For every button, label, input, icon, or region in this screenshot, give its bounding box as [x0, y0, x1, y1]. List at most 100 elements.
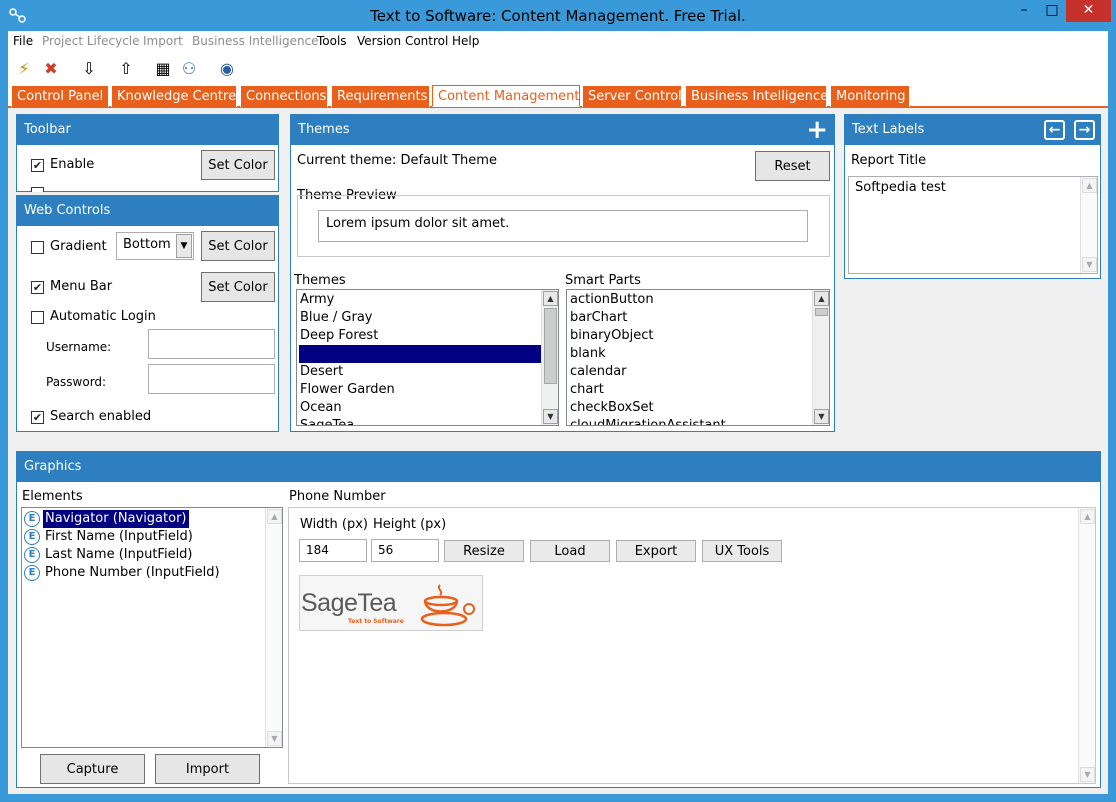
element-icon: E — [24, 511, 40, 527]
smart-part-item[interactable]: calendar — [569, 363, 627, 381]
smart-part-item[interactable]: actionButton — [569, 291, 654, 309]
menu-tools[interactable]: Tools — [317, 34, 347, 48]
report-title-textarea[interactable]: Softpedia test ▲ ▼ — [848, 176, 1098, 274]
smart-part-item[interactable]: blank — [569, 345, 606, 363]
arrow-right-icon[interactable]: → — [1074, 120, 1095, 140]
gradient-set-color-button[interactable]: Set Color — [201, 231, 275, 261]
gradient-checkbox[interactable] — [31, 241, 44, 254]
move-up-icon[interactable]: ⇧ — [115, 58, 137, 80]
list-item[interactable]: E Phone Number (InputField) — [22, 564, 266, 582]
theme-item-ocean[interactable]: Ocean — [299, 399, 542, 417]
import-button[interactable]: Import — [155, 754, 260, 784]
menu-file[interactable]: File — [13, 34, 33, 48]
automatic-login-checkbox[interactable] — [31, 311, 44, 324]
scroll-thumb[interactable] — [544, 308, 557, 384]
scroll-up-icon[interactable]: ▲ — [267, 509, 282, 524]
scroll-down-icon[interactable]: ▼ — [1082, 257, 1097, 272]
ux-tools-button[interactable]: UX Tools — [702, 540, 782, 562]
element-label: Last Name (InputField) — [45, 547, 193, 562]
menu-project-lifecycle[interactable]: Project Lifecycle — [42, 34, 140, 48]
theme-item-default-theme[interactable]: Default Theme — [299, 345, 542, 363]
elements-label: Elements — [22, 489, 83, 504]
element-label: First Name (InputField) — [45, 529, 193, 544]
scroll-up-icon[interactable]: ▲ — [1082, 178, 1097, 193]
themes-listbox[interactable]: Army Blue / Gray Deep Forest Default The… — [296, 289, 559, 426]
menu-business-intelligence[interactable]: Business Intelligence — [192, 34, 319, 48]
username-input[interactable] — [148, 329, 275, 359]
toolbar-set-color-button[interactable]: Set Color — [201, 150, 275, 180]
scroll-down-icon[interactable]: ▼ — [814, 409, 829, 424]
resize-button[interactable]: Resize — [444, 540, 524, 562]
smart-part-item[interactable]: barChart — [569, 309, 627, 327]
elements-listbox[interactable]: E Navigator (Navigator) E First Name (In… — [21, 507, 283, 748]
minimize-button[interactable]: – — [1010, 0, 1038, 22]
close-button[interactable]: ✕ — [1066, 0, 1111, 22]
search-enabled-label: Search enabled — [50, 409, 152, 424]
book-icon[interactable]: ◉ — [216, 58, 238, 80]
grid-icon[interactable]: ▦ — [152, 58, 174, 80]
tab-control-panel[interactable]: Control Panel — [11, 85, 109, 107]
scroll-thumb[interactable] — [815, 308, 828, 316]
menu-help[interactable]: Help — [452, 34, 479, 48]
arrow-left-icon[interactable]: ← — [1044, 120, 1065, 140]
list-item[interactable]: E Navigator (Navigator) — [22, 510, 266, 528]
add-theme-icon[interactable]: + — [806, 115, 828, 145]
scroll-up-icon[interactable]: ▲ — [543, 291, 558, 306]
tab-business-intelligence[interactable]: Business Intelligence — [685, 85, 828, 107]
menu-import[interactable]: Import — [143, 34, 183, 48]
report-title-scrollbar[interactable]: ▲ ▼ — [1080, 177, 1097, 273]
tab-server-control[interactable]: Server Control — [582, 85, 682, 107]
smart-part-item[interactable]: checkBoxSet — [569, 399, 654, 417]
themes-scrollbar[interactable]: ▲ ▼ — [541, 290, 558, 425]
load-button[interactable]: Load — [530, 540, 610, 562]
toolbar-hidden-checkbox[interactable] — [31, 187, 44, 192]
theme-item-army[interactable]: Army — [299, 291, 542, 309]
tab-content-management[interactable]: Content Management — [432, 85, 580, 107]
smart-part-item[interactable]: cloudMigrationAssistant — [569, 417, 726, 425]
users-icon[interactable]: ⚇ — [178, 58, 200, 80]
search-enabled-checkbox[interactable]: ✔ — [31, 411, 44, 424]
width-input[interactable]: 184 — [299, 539, 367, 562]
smart-parts-scrollbar[interactable]: ▲ ▼ — [812, 290, 829, 425]
height-input[interactable]: 56 — [371, 539, 439, 562]
elements-scrollbar[interactable]: ▲ ▼ — [265, 508, 282, 747]
gradient-position-select[interactable]: Bottom ▼ — [116, 232, 194, 260]
reset-theme-button[interactable]: Reset — [755, 151, 830, 181]
menu-bar-checkbox[interactable]: ✔ — [31, 281, 44, 294]
password-label: Password: — [46, 375, 107, 389]
maximize-button[interactable]: □ — [1038, 0, 1066, 22]
menu-bar-set-color-button[interactable]: Set Color — [201, 272, 275, 302]
tab-monitoring[interactable]: Monitoring — [830, 85, 910, 107]
element-label: Navigator (Navigator) — [43, 510, 189, 528]
tab-requirements[interactable]: Requirements — [331, 85, 430, 107]
scroll-down-icon[interactable]: ▼ — [1080, 767, 1095, 782]
tab-connections[interactable]: Connections — [240, 85, 328, 107]
theme-item-desert[interactable]: Desert — [299, 363, 542, 381]
move-down-icon[interactable]: ⇩ — [78, 58, 100, 80]
delete-icon[interactable]: ✖ — [40, 58, 62, 80]
element-icon: E — [24, 565, 40, 581]
scroll-up-icon[interactable]: ▲ — [814, 291, 829, 306]
theme-item-flower-garden[interactable]: Flower Garden — [299, 381, 542, 399]
enable-checkbox[interactable]: ✔ — [31, 159, 44, 172]
scroll-up-icon[interactable]: ▲ — [1080, 509, 1095, 524]
capture-button[interactable]: Capture — [40, 754, 145, 784]
password-input[interactable] — [148, 364, 275, 394]
smart-part-item[interactable]: chart — [569, 381, 604, 399]
app-window: Text to Software: Content Management. Fr… — [0, 0, 1116, 802]
theme-item-deep-forest[interactable]: Deep Forest — [299, 327, 542, 345]
lightning-icon[interactable]: ⚡ — [13, 58, 35, 80]
theme-item-sagetea[interactable]: SageTea — [299, 417, 542, 425]
tab-knowledge-centre[interactable]: Knowledge Centre — [111, 85, 237, 107]
list-item[interactable]: E First Name (InputField) — [22, 528, 266, 546]
graphic-editor-scrollbar[interactable]: ▲ ▼ — [1078, 508, 1095, 783]
scroll-down-icon[interactable]: ▼ — [543, 409, 558, 424]
theme-item-blue-gray[interactable]: Blue / Gray — [299, 309, 542, 327]
menu-version-control[interactable]: Version Control — [357, 34, 448, 48]
scroll-down-icon[interactable]: ▼ — [267, 731, 282, 746]
list-item[interactable]: E Last Name (InputField) — [22, 546, 266, 564]
smart-part-item[interactable]: binaryObject — [569, 327, 653, 345]
client-area: File Project Lifecycle Import Business I… — [8, 31, 1108, 794]
export-button[interactable]: Export — [616, 540, 696, 562]
smart-parts-listbox[interactable]: actionButton barChart binaryObject blank… — [566, 289, 830, 426]
